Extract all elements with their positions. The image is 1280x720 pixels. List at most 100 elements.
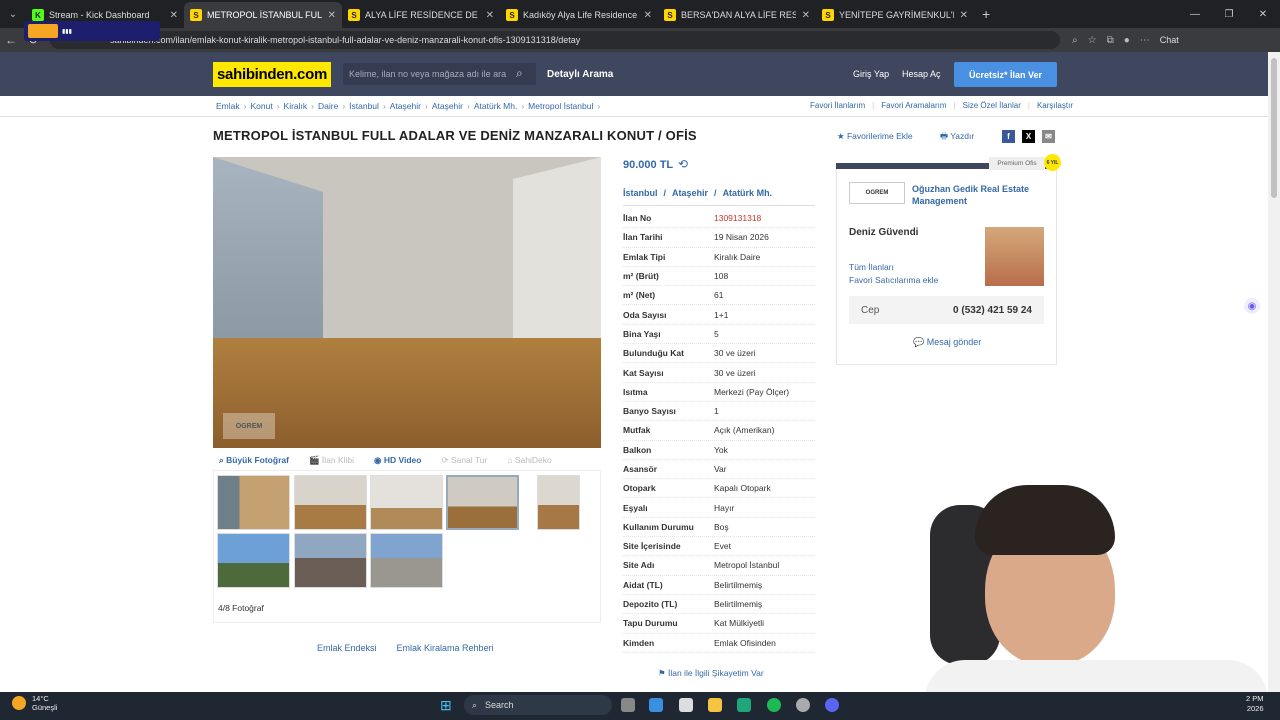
send-message-link[interactable]: 💬 Mesaj gönder — [913, 337, 981, 348]
search-input[interactable] — [343, 63, 536, 85]
browser-tab[interactable]: S METROPOL İSTANBUL FULL ADAL ✕ — [184, 2, 342, 28]
photo-tool-icon: ◉ — [374, 454, 384, 465]
file-explorer-icon[interactable] — [708, 698, 722, 712]
close-window-icon[interactable]: ✕ — [1246, 9, 1280, 20]
close-tab-icon[interactable]: ✕ — [328, 10, 336, 21]
favorites-star-icon[interactable]: ☆ — [1088, 35, 1097, 46]
top-link[interactable]: Favori Aramalarım — [881, 101, 946, 110]
location-link[interactable]: Atatürk Mh. — [723, 188, 773, 198]
thumbnail[interactable] — [294, 533, 367, 588]
search-icon[interactable]: ⌕ — [516, 66, 523, 81]
email-share-icon[interactable]: ✉ — [1042, 130, 1055, 143]
photo-tool[interactable]: 🎬 İlan Klibi — [309, 455, 354, 466]
thumbnail[interactable] — [217, 533, 290, 588]
print-link[interactable]: 🖶 Yazdır — [940, 131, 974, 145]
breadcrumb-item[interactable]: Atatürk Mh. — [474, 101, 517, 111]
breadcrumb-item[interactable]: İstanbul — [349, 101, 379, 111]
breadcrumb-item[interactable]: Metropol İstanbul — [528, 101, 593, 111]
close-tab-icon[interactable]: ✕ — [170, 10, 178, 21]
copilot-icon[interactable] — [649, 698, 663, 712]
clock: 2 PM 2026 — [1246, 694, 1264, 714]
all-ads-link[interactable]: Tüm İlanları — [849, 262, 894, 272]
discord-icon[interactable] — [825, 698, 839, 712]
url-field[interactable]: sahibinden.com/ilan/emlak-konut-kiralik-… — [50, 31, 1060, 49]
close-tab-icon[interactable]: ✕ — [644, 10, 652, 21]
advanced-search-link[interactable]: Detaylı Arama — [547, 69, 613, 80]
login-link[interactable]: Giriş Yap — [853, 69, 889, 79]
sahibinden-logo[interactable]: sahibinden.com — [213, 62, 331, 87]
assistant-float-icon[interactable]: ◉ — [1244, 298, 1260, 314]
more-menu-icon[interactable]: ⋯ — [1140, 35, 1150, 46]
x-share-icon[interactable]: X — [1022, 130, 1035, 143]
close-tab-icon[interactable]: ✕ — [486, 10, 494, 21]
spotify-icon[interactable] — [767, 698, 781, 712]
thumbnail[interactable] — [537, 475, 580, 530]
copilot-chat-button[interactable]: Chat — [1160, 35, 1179, 45]
taskbar-search[interactable]: ⌕ Search — [464, 695, 612, 715]
photo-tool[interactable]: ⟳ Sanal Tur — [441, 455, 487, 466]
add-favorite-label: Favorilerime Ekle — [846, 131, 913, 141]
minimize-icon[interactable]: — — [1178, 9, 1212, 20]
thumbnail[interactable] — [217, 475, 290, 530]
scrollbar-thumb[interactable] — [1271, 58, 1277, 198]
new-tab-button[interactable]: + — [974, 6, 998, 22]
browser-tab[interactable]: S YENİTEPE GAYRİMENKUL'DEN NU ✕ — [816, 2, 974, 28]
add-favorite-link[interactable]: ★ Favorilerime Ekle — [837, 131, 913, 142]
store-icon[interactable] — [679, 698, 693, 712]
location-link[interactable]: İstanbul — [623, 188, 658, 198]
detail-row: Bina Yaşı 5 — [623, 325, 815, 345]
photo-tool[interactable]: ⌕ Büyük Fotoğraf — [219, 455, 289, 466]
main-photo[interactable]: OGREM — [213, 157, 601, 448]
close-tab-icon[interactable]: ✕ — [802, 10, 810, 21]
extensions-icon[interactable]: ⧉ — [1107, 35, 1114, 46]
top-link[interactable]: Size Özel İlanlar — [963, 101, 1021, 110]
breadcrumb-item[interactable]: Ataşehir — [390, 101, 421, 111]
facebook-share-icon[interactable]: f — [1002, 130, 1015, 143]
post-ad-button[interactable]: Ücretsiz* İlan Ver — [954, 62, 1057, 87]
page-scrollbar[interactable] — [1268, 52, 1280, 692]
detail-key: Balkon — [623, 444, 652, 455]
price-history-icon[interactable]: ⟲ — [678, 157, 688, 171]
thumbnail[interactable] — [294, 475, 367, 530]
breadcrumb-item[interactable]: Konut — [250, 101, 272, 111]
top-link[interactable]: Favori İlanlarım — [810, 101, 865, 110]
zoom-icon[interactable]: ⌕ — [1072, 35, 1078, 46]
windows-start-icon[interactable]: ⊞ — [440, 697, 452, 714]
tab-title: YENİTEPE GAYRİMENKUL'DEN NU — [839, 10, 954, 20]
detail-row: Site Adı Metropol İstanbul — [623, 556, 815, 576]
edge-icon[interactable] — [737, 698, 751, 712]
task-view-icon[interactable] — [621, 698, 635, 712]
detail-row: m² (Net) 61 — [623, 286, 815, 306]
register-link[interactable]: Hesap Aç — [902, 69, 941, 79]
close-tab-icon[interactable]: ✕ — [960, 10, 968, 21]
detail-key: Banyo Sayısı — [623, 406, 676, 417]
breadcrumb-item[interactable]: Emlak — [216, 101, 240, 111]
bottom-link[interactable]: Emlak Endeksi — [317, 643, 377, 653]
agency-name[interactable]: Oğuzhan Gedik Real Estate Management — [912, 183, 1052, 207]
bottom-link[interactable]: Emlak Kiralama Rehberi — [397, 643, 494, 653]
top-link[interactable]: Karşılaştır — [1037, 101, 1073, 110]
favorite-seller-link[interactable]: Favori Satıcılarıma ekle — [849, 275, 938, 285]
thumbnail[interactable] — [370, 533, 443, 588]
browser-tab[interactable]: S BERSA'DAN ALYA LİFE RESİDENCE ✕ — [658, 2, 816, 28]
agency-logo[interactable]: OGREM — [849, 182, 905, 204]
restore-icon[interactable]: ❐ — [1212, 9, 1246, 20]
thumbnail-selected[interactable] — [446, 475, 519, 530]
back-icon[interactable]: ← — [0, 33, 22, 47]
photo-tool[interactable]: ◉ HD Video — [374, 455, 421, 466]
breadcrumb-item[interactable]: Ataşehir — [432, 101, 463, 111]
complaint-link[interactable]: ⚑ İlan ile İlgili Şikayetim Var — [658, 668, 764, 679]
photo-tool[interactable]: ⌂ SahiDeko — [507, 455, 551, 465]
weather-widget[interactable]: 14°C Güneşli — [12, 694, 57, 712]
location-link[interactable]: Ataşehir — [672, 188, 708, 198]
profile-icon[interactable]: ● — [1124, 35, 1130, 46]
breadcrumb-item[interactable]: Kiralık — [284, 101, 308, 111]
detail-value: 30 ve üzeri — [714, 367, 756, 378]
thumbnail[interactable] — [370, 475, 443, 530]
browser-tab[interactable]: S Kadıköy Alya Life Residence Ferah ✕ — [500, 2, 658, 28]
detail-value: Merkezi (Pay Ölçer) — [714, 386, 790, 397]
settings-icon[interactable] — [796, 698, 810, 712]
breadcrumb-item[interactable]: Daire — [318, 101, 338, 111]
tab-list-icon[interactable]: ⌄ — [0, 0, 26, 28]
browser-tab[interactable]: S ALYA LİFE RESİDENCE DE 3 METRE ✕ — [342, 2, 500, 28]
